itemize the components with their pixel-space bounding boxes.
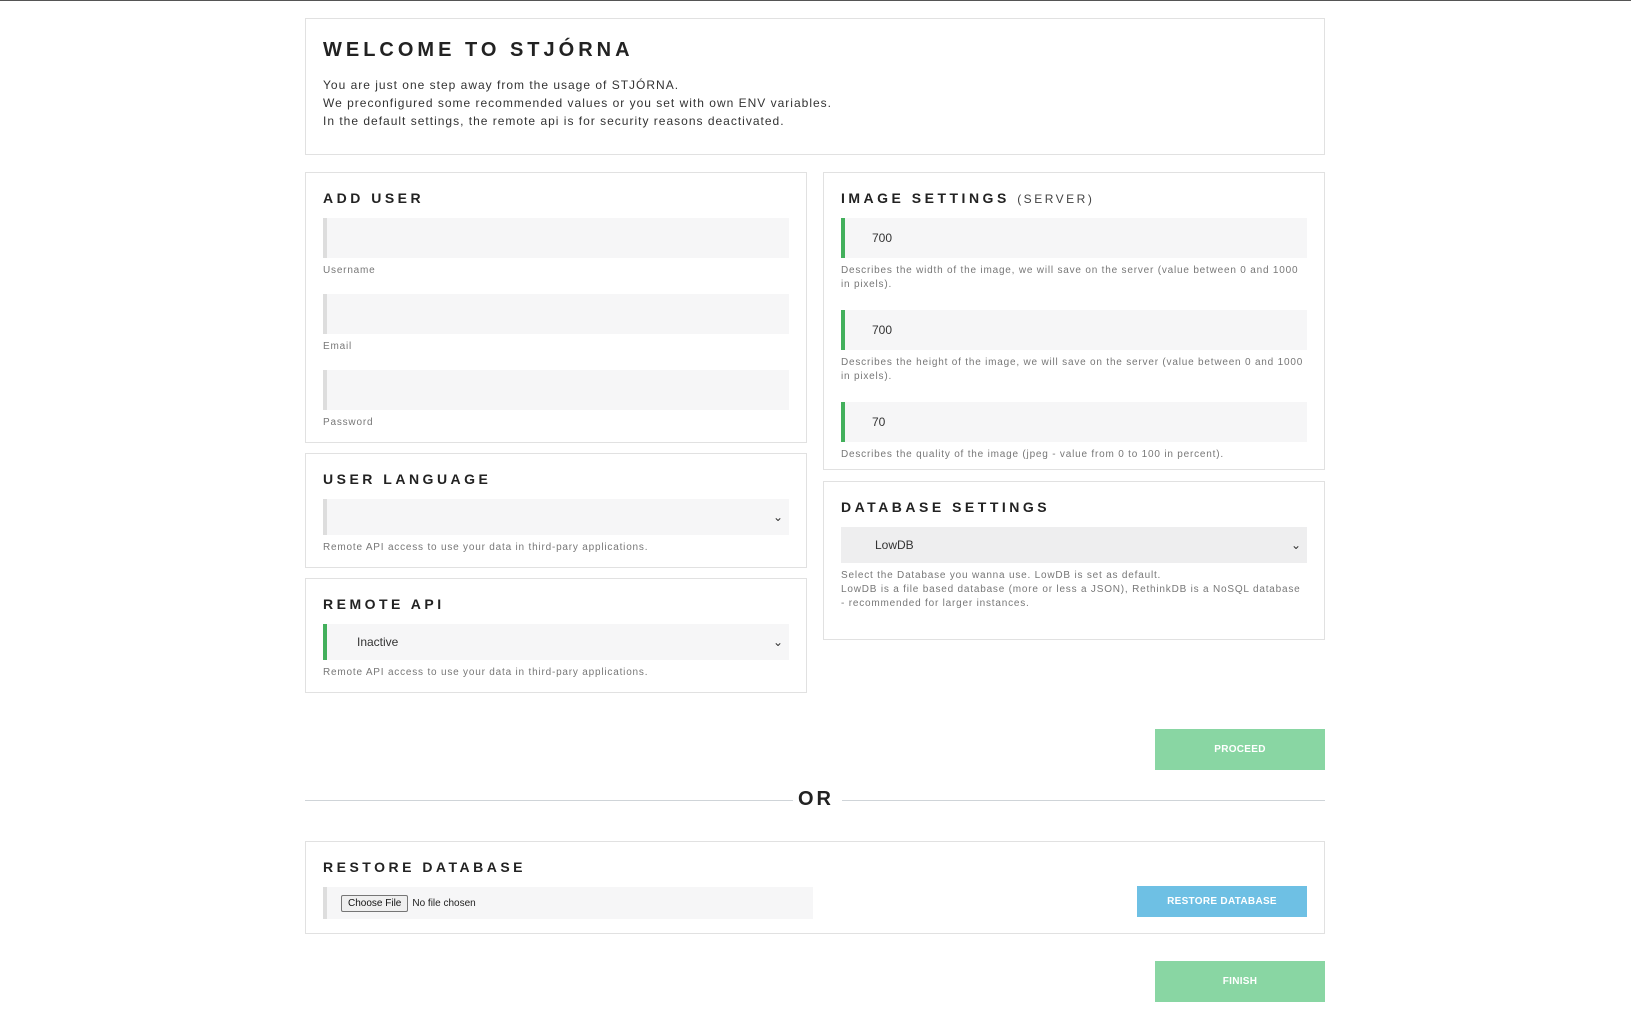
chevron-down-icon: ⌄ <box>1290 538 1301 552</box>
welcome-title: WELCOME TO STJÓRNA <box>323 39 634 61</box>
image-settings-panel: IMAGE SETTINGS (SERVER) Describes the wi… <box>823 172 1325 470</box>
username-input[interactable] <box>323 218 789 258</box>
divider-line-right <box>842 800 1325 801</box>
image-quality-hint: Describes the quality of the image (jpeg… <box>841 449 1224 460</box>
restore-database-button[interactable]: RESTORE DATABASE <box>1137 886 1307 917</box>
password-input[interactable] <box>323 370 789 410</box>
user-language-hint: Remote API access to use your data in th… <box>323 542 649 553</box>
database-hint-line-2: LowDB is a file based database (more or … <box>841 584 1301 609</box>
email-input[interactable] <box>323 294 789 334</box>
user-language-panel: USER LANGUAGE ⌄ Remote API access to use… <box>305 453 807 568</box>
user-language-select[interactable]: ⌄ <box>323 499 789 535</box>
add-user-title: ADD USER <box>323 190 425 206</box>
database-hint: Select the Database you wanna use. LowDB… <box>841 569 1307 611</box>
username-label: Username <box>323 265 376 276</box>
image-width-hint: Describes the width of the image, we wil… <box>841 265 1299 290</box>
top-border <box>0 0 1631 1</box>
user-language-title: USER LANGUAGE <box>323 471 492 487</box>
database-hint-line-1: Select the Database you wanna use. LowDB… <box>841 570 1162 581</box>
choose-file-button[interactable]: Choose File <box>341 894 409 912</box>
remote-api-select[interactable]: Inactive ⌄ <box>323 624 789 660</box>
or-label: OR <box>798 788 834 810</box>
chevron-down-icon: ⌄ <box>772 510 783 524</box>
welcome-line-1: You are just one step away from the usag… <box>323 78 680 92</box>
chevron-down-icon: ⌄ <box>772 635 783 649</box>
email-label: Email <box>323 341 353 352</box>
welcome-line-3: In the default settings, the remote api … <box>323 114 785 128</box>
image-height-hint: Describes the height of the image, we wi… <box>841 357 1304 382</box>
remote-api-hint: Remote API access to use your data in th… <box>323 667 649 678</box>
proceed-button[interactable]: PROCEED <box>1155 729 1325 770</box>
database-settings-panel: DATABASE SETTINGS LowDB ⌄ Select the Dat… <box>823 481 1325 640</box>
image-quality-input[interactable] <box>841 402 1307 442</box>
divider-line-left <box>305 800 793 801</box>
image-height-input[interactable] <box>841 310 1307 350</box>
database-selected: LowDB <box>875 538 914 552</box>
restore-database-title: RESTORE DATABASE <box>323 859 527 875</box>
database-select[interactable]: LowDB ⌄ <box>841 527 1307 563</box>
no-file-chosen-text: No file chosen <box>412 897 476 909</box>
add-user-panel: ADD USER Username Email Password <box>305 172 807 443</box>
finish-button[interactable]: FINISH <box>1155 961 1325 1002</box>
welcome-panel: WELCOME TO STJÓRNA You are just one step… <box>305 18 1325 155</box>
image-settings-title-text: IMAGE SETTINGS <box>841 190 1010 206</box>
image-width-input[interactable] <box>841 218 1307 258</box>
image-settings-title: IMAGE SETTINGS (SERVER) <box>841 190 1307 206</box>
remote-api-title: REMOTE API <box>323 596 445 612</box>
welcome-line-2: We preconfigured some recommended values… <box>323 96 832 110</box>
image-settings-subtitle: (SERVER) <box>1017 192 1095 206</box>
restore-file-input[interactable]: Choose File No file chosen <box>323 887 813 919</box>
password-label: Password <box>323 417 374 428</box>
or-divider: OR <box>305 788 1325 812</box>
remote-api-selected: Inactive <box>357 635 399 649</box>
database-settings-title: DATABASE SETTINGS <box>841 499 1051 515</box>
remote-api-panel: REMOTE API Inactive ⌄ Remote API access … <box>305 578 807 693</box>
